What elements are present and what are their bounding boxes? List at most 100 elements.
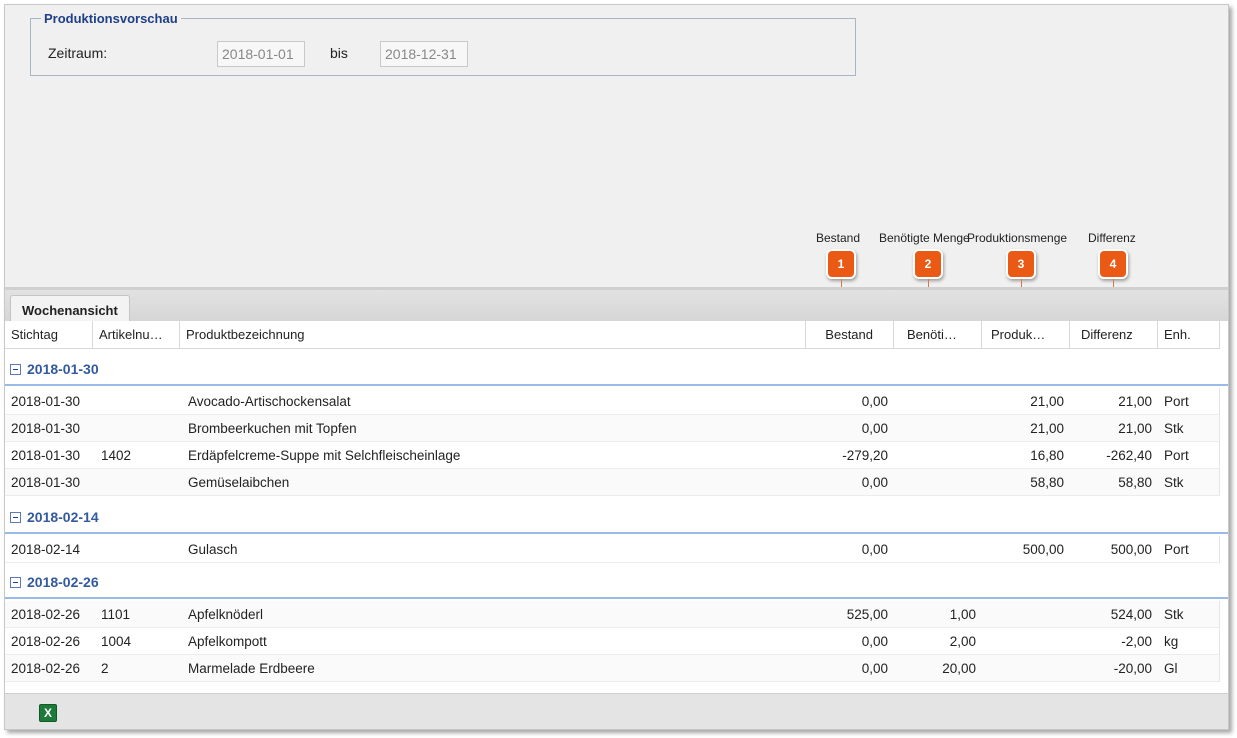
collapse-icon[interactable] [10, 364, 21, 375]
cell-benoetigte-menge [894, 388, 982, 415]
cell-bestand: 0,00 [861, 542, 888, 557]
callout-label-produktionsmenge: Produktionsmenge [967, 231, 1068, 245]
table-row[interactable]: 2018-01-30 Brombeerkuchen mit Topfen 0,0… [5, 415, 1220, 442]
cell-differenz: 21,00 [1118, 421, 1152, 436]
cell-bestand: 0,00 [861, 421, 888, 436]
date-from-input[interactable] [217, 41, 305, 67]
cell-einheit: Port [1164, 394, 1189, 409]
cell-benoetigte-menge [894, 469, 982, 496]
cell-bestand: 525,00 [846, 607, 888, 622]
cell-produktionsmenge [982, 655, 1070, 682]
callout-badge-3: 3 [1006, 249, 1036, 279]
cell-einheit: Stk [1164, 475, 1184, 490]
cell-artikelnummer: 1101 [101, 607, 131, 622]
column-header-einheit[interactable]: Enh. [1158, 321, 1220, 349]
cell-differenz: 500,00 [1110, 542, 1152, 557]
cell-produktionsmenge: 21,00 [1030, 421, 1064, 436]
cell-einheit: Stk [1164, 607, 1184, 622]
table-row[interactable]: 2018-01-30 Gemüselaibchen 0,00 58,80 58,… [5, 469, 1220, 496]
cell-artikelnummer [93, 388, 180, 415]
column-header-artikelnummer[interactable]: Artikelnu… [93, 321, 180, 349]
callout-badge-4: 4 [1098, 249, 1128, 279]
fieldset-legend: Produktionsvorschau [41, 11, 181, 26]
cell-produktbezeichnung: Marmelade Erdbeere [188, 661, 315, 676]
table-row[interactable]: 2018-02-26 1101 Apfelknöderl 525,00 1,00… [5, 601, 1220, 628]
cell-produktbezeichnung: Avocado-Artischockensalat [188, 394, 351, 409]
cell-stichtag: 2018-01-30 [11, 448, 81, 463]
cell-produktionsmenge [982, 601, 1070, 628]
group-header[interactable]: 2018-02-26 [5, 563, 1228, 599]
cell-differenz: 58,80 [1118, 475, 1152, 490]
cell-produktbezeichnung: Erdäpfelcreme-Suppe mit Selchfleischeinl… [188, 448, 461, 463]
cell-benoetigte-menge: 1,00 [949, 607, 976, 622]
cell-differenz: -20,00 [1113, 661, 1152, 676]
cell-benoetigte-menge [894, 415, 982, 442]
cell-einheit: Stk [1164, 421, 1184, 436]
cell-differenz: 21,00 [1118, 394, 1152, 409]
cell-artikelnummer: 2 [101, 661, 109, 676]
cell-differenz: 524,00 [1110, 607, 1152, 622]
cell-stichtag: 2018-02-26 [11, 607, 81, 622]
cell-produktionsmenge [982, 628, 1070, 655]
table-row[interactable]: 2018-02-26 2 Marmelade Erdbeere 0,00 20,… [5, 655, 1220, 682]
callout-label-differenz: Differenz [1088, 231, 1136, 245]
cell-produktionsmenge: 500,00 [1022, 542, 1064, 557]
date-to-input[interactable] [380, 41, 468, 67]
cell-produktbezeichnung: Gemüselaibchen [188, 475, 290, 490]
column-header-differenz[interactable]: Differenz [1070, 321, 1158, 349]
table-row[interactable]: 2018-01-30 1402 Erdäpfelcreme-Suppe mit … [5, 442, 1220, 469]
tab-strip: Wochenansicht [5, 287, 1228, 325]
cell-produktionsmenge: 16,80 [1030, 448, 1064, 463]
grid-header-row: Stichtag Artikelnu… Produktbezeichnung B… [5, 321, 1220, 349]
cell-artikelnummer: 1004 [101, 634, 132, 649]
group-title: 2018-01-30 [27, 361, 99, 377]
cell-einheit: Port [1164, 448, 1189, 463]
cell-produktionsmenge: 58,80 [1030, 475, 1064, 490]
cell-einheit: kg [1164, 634, 1179, 649]
period-label: Zeitraum: [48, 45, 108, 61]
group-header[interactable]: 2018-01-30 [5, 350, 1228, 386]
cell-benoetigte-menge [894, 536, 982, 563]
cell-artikelnummer: 1402 [101, 448, 132, 463]
table-row[interactable]: 2018-01-30 Avocado-Artischockensalat 0,0… [5, 388, 1220, 415]
cell-bestand: 0,00 [861, 661, 888, 676]
column-header-stichtag[interactable]: Stichtag [5, 321, 93, 349]
cell-produktbezeichnung: Apfelkompott [188, 634, 267, 649]
table-row[interactable]: 2018-02-26 1004 Apfelkompott 0,00 2,00 -… [5, 628, 1220, 655]
cell-artikelnummer [93, 415, 180, 442]
table-row[interactable]: 2018-02-14 Gulasch 0,00 500,00 500,00 Po… [5, 536, 1220, 563]
column-header-produktbezeichnung[interactable]: Produktbezeichnung [180, 321, 806, 349]
cell-artikelnummer [93, 469, 180, 496]
cell-differenz: -262,40 [1106, 448, 1152, 463]
cell-stichtag: 2018-01-30 [11, 475, 81, 490]
cell-stichtag: 2018-02-26 [11, 634, 81, 649]
production-preview-window: Produktionsvorschau Zeitraum: bis Bestan… [4, 4, 1229, 730]
collapse-icon[interactable] [10, 577, 21, 588]
cell-differenz: -2,00 [1121, 634, 1152, 649]
cell-produktbezeichnung: Gulasch [188, 542, 238, 557]
column-header-bestand[interactable]: Bestand [806, 321, 894, 349]
cell-produktbezeichnung: Brombeerkuchen mit Topfen [188, 421, 357, 436]
callout-badge-2: 2 [913, 249, 943, 279]
cell-bestand: 0,00 [861, 634, 888, 649]
to-label: bis [330, 45, 348, 61]
filter-fieldset: Produktionsvorschau Zeitraum: bis [30, 11, 856, 76]
cell-artikelnummer [93, 536, 180, 563]
callout-label-benoetigte-menge: Benötigte Menge [879, 231, 970, 245]
callout-label-bestand: Bestand [816, 231, 861, 245]
cell-bestand: 0,00 [861, 394, 888, 409]
bottom-toolbar: X [5, 693, 1228, 729]
group-header[interactable]: 2018-02-14 [5, 498, 1228, 534]
cell-benoetigte-menge [894, 442, 982, 469]
column-header-produktionsmenge[interactable]: Produk… [982, 321, 1070, 349]
cell-stichtag: 2018-01-30 [11, 421, 81, 436]
callout-badge-1: 1 [826, 249, 856, 279]
cell-einheit: Port [1164, 542, 1189, 557]
collapse-icon[interactable] [10, 512, 21, 523]
column-header-benoetigte-menge[interactable]: Benöti… [894, 321, 982, 349]
group-title: 2018-02-14 [27, 509, 99, 525]
cell-produktionsmenge: 21,00 [1030, 394, 1064, 409]
excel-export-icon[interactable]: X [39, 704, 57, 722]
cell-bestand: 0,00 [861, 475, 888, 490]
cell-stichtag: 2018-01-30 [11, 394, 81, 409]
